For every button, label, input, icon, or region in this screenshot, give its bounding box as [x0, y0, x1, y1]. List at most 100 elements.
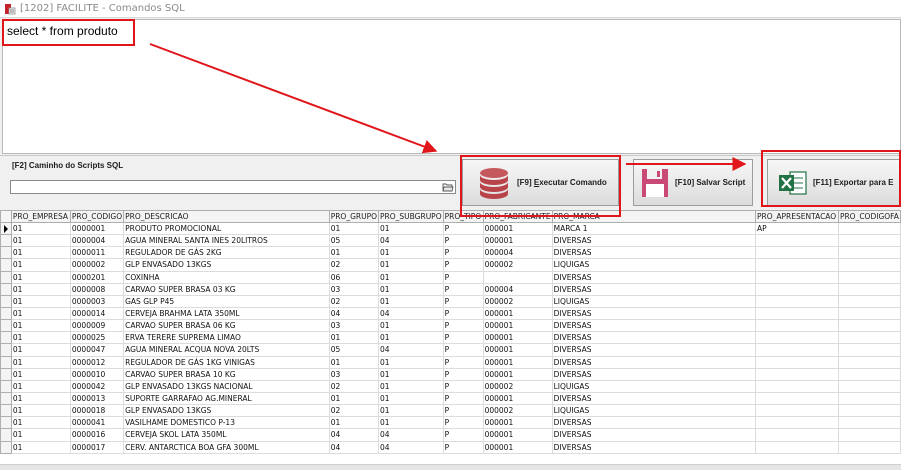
table-cell[interactable]: 01: [10, 221, 71, 236]
table-cell[interactable]: CERVEJA SKOL LATA 350ML: [123, 428, 330, 442]
table-cell[interactable]: 02: [328, 379, 380, 393]
table-cell[interactable]: 04: [328, 428, 380, 442]
table-cell[interactable]: DIVERSAS: [551, 234, 756, 248]
table-cell[interactable]: 01: [378, 319, 444, 333]
table-cell[interactable]: [754, 282, 839, 296]
table-cell[interactable]: ERVA TERERE SUPREMA LIMAO: [123, 331, 330, 345]
table-cell[interactable]: 0000042: [69, 379, 125, 393]
table-cell[interactable]: 01: [378, 416, 444, 430]
row-indicator[interactable]: [0, 331, 12, 345]
table-row[interactable]: 01 0000004 AGUA MINERAL SANTA INES 20LITRO…: [0, 234, 901, 248]
table-cell[interactable]: 0000004: [69, 234, 125, 248]
table-cell[interactable]: 000002: [482, 258, 553, 272]
table-cell[interactable]: 01: [10, 355, 71, 369]
table-cell[interactable]: [837, 355, 901, 369]
table-cell[interactable]: P: [442, 440, 484, 454]
table-cell[interactable]: 000002: [482, 379, 553, 393]
folder-open-icon[interactable]: [440, 181, 455, 193]
row-indicator[interactable]: [0, 355, 12, 369]
table-cell[interactable]: GLP ENVASADO 13KGS: [123, 258, 330, 272]
table-cell[interactable]: [837, 367, 901, 381]
row-indicator[interactable]: [0, 282, 12, 296]
table-cell[interactable]: [754, 258, 839, 272]
table-cell[interactable]: [754, 270, 839, 284]
table-cell[interactable]: 0000017: [69, 440, 125, 454]
row-indicator[interactable]: [0, 379, 12, 393]
table-cell[interactable]: GAS GLP P45: [123, 294, 330, 308]
table-cell[interactable]: 03: [328, 319, 380, 333]
table-cell[interactable]: P: [442, 294, 484, 308]
table-cell[interactable]: [837, 404, 901, 418]
table-cell[interactable]: [837, 246, 901, 260]
table-cell[interactable]: 000004: [482, 246, 553, 260]
table-cell[interactable]: 04: [378, 343, 444, 357]
table-cell[interactable]: [482, 270, 553, 284]
table-cell[interactable]: DIVERSAS: [551, 428, 756, 442]
table-cell[interactable]: 01: [10, 331, 71, 345]
table-cell[interactable]: 0000002: [69, 258, 125, 272]
table-cell[interactable]: DIVERSAS: [551, 440, 756, 454]
table-cell[interactable]: 01: [10, 404, 71, 418]
table-cell[interactable]: [837, 258, 901, 272]
row-indicator[interactable]: [0, 270, 12, 284]
table-cell[interactable]: 0000003: [69, 294, 125, 308]
table-cell[interactable]: 01: [10, 306, 71, 321]
table-cell[interactable]: 02: [328, 404, 380, 418]
table-cell[interactable]: 01: [378, 294, 444, 308]
table-cell[interactable]: COXINHA: [123, 270, 330, 284]
table-cell[interactable]: 01: [378, 221, 444, 236]
column-header[interactable]: PRO_EMPRESA: [10, 210, 71, 223]
sql-editor[interactable]: select * from produto: [2, 19, 901, 154]
table-cell[interactable]: 01: [10, 294, 71, 308]
table-cell[interactable]: 000001: [482, 367, 553, 381]
table-row[interactable]: 01 0000008 CARVAO SUPER BRASA 03 KG 03 01 P 00…: [0, 282, 901, 296]
table-cell[interactable]: AP: [754, 221, 839, 236]
table-cell[interactable]: CARVAO SUPER BRASA 10 KG: [123, 367, 330, 381]
table-cell[interactable]: [754, 319, 839, 333]
table-cell[interactable]: 000001: [482, 440, 553, 454]
table-cell[interactable]: 01: [378, 379, 444, 393]
table-cell[interactable]: 05: [328, 343, 380, 357]
table-cell[interactable]: DIVERSAS: [551, 246, 756, 260]
table-cell[interactable]: [754, 428, 839, 442]
table-cell[interactable]: 01: [378, 270, 444, 284]
table-cell[interactable]: 01: [10, 258, 71, 272]
table-cell[interactable]: 01: [10, 343, 71, 357]
table-cell[interactable]: [754, 246, 839, 260]
sql-query-text[interactable]: select * from produto: [7, 24, 118, 38]
table-cell[interactable]: 05: [328, 234, 380, 248]
row-indicator[interactable]: [0, 416, 12, 430]
table-cell[interactable]: P: [442, 234, 484, 248]
table-cell[interactable]: [837, 416, 901, 430]
table-row[interactable]: 01 0000012 REGULADOR DE GÁS 1KG VINIGAS 01 0…: [0, 355, 901, 369]
table-row[interactable]: 01 0000041 VASILHAME DOMESTICO P-13 01 01 P 00…: [0, 416, 901, 430]
column-header[interactable]: PRO_APRESENTACAO: [754, 210, 839, 223]
table-cell[interactable]: P: [442, 258, 484, 272]
table-row[interactable]: 01 0000011 REGULADOR DE GÁS 2KG 01 01 P 000004…: [0, 246, 901, 260]
table-cell[interactable]: 000001: [482, 391, 553, 406]
table-row[interactable]: 01 0000003 GAS GLP P45 02 01 P 000002 LIQUIGAS: [0, 294, 901, 308]
table-cell[interactable]: REGULADOR DE GÁS 2KG: [123, 246, 330, 260]
table-cell[interactable]: [754, 367, 839, 381]
table-cell[interactable]: [754, 294, 839, 308]
table-cell[interactable]: 0000016: [69, 428, 125, 442]
table-cell[interactable]: DIVERSAS: [551, 416, 756, 430]
table-cell[interactable]: 000001: [482, 428, 553, 442]
table-cell[interactable]: 0000018: [69, 404, 125, 418]
save-script-button[interactable]: [F10] Salvar Script: [633, 159, 753, 206]
table-cell[interactable]: 04: [378, 234, 444, 248]
table-cell[interactable]: 000001: [482, 355, 553, 369]
table-cell[interactable]: DIVERSAS: [551, 367, 756, 381]
table-cell[interactable]: LIQUIGAS: [551, 258, 756, 272]
table-cell[interactable]: 02: [328, 258, 380, 272]
table-cell[interactable]: 0000041: [69, 416, 125, 430]
table-row[interactable]: 01 0000001 PRODUTO PROMOCIONAL 01 01 P 000001 M…: [0, 221, 901, 236]
table-cell[interactable]: DIVERSAS: [551, 319, 756, 333]
table-cell[interactable]: 01: [328, 221, 380, 236]
table-cell[interactable]: 01: [10, 246, 71, 260]
table-cell[interactable]: LIQUIGAS: [551, 379, 756, 393]
table-cell[interactable]: 0000201: [69, 270, 125, 284]
table-cell[interactable]: [754, 440, 839, 454]
table-cell[interactable]: 01: [328, 355, 380, 369]
table-cell[interactable]: P: [442, 367, 484, 381]
